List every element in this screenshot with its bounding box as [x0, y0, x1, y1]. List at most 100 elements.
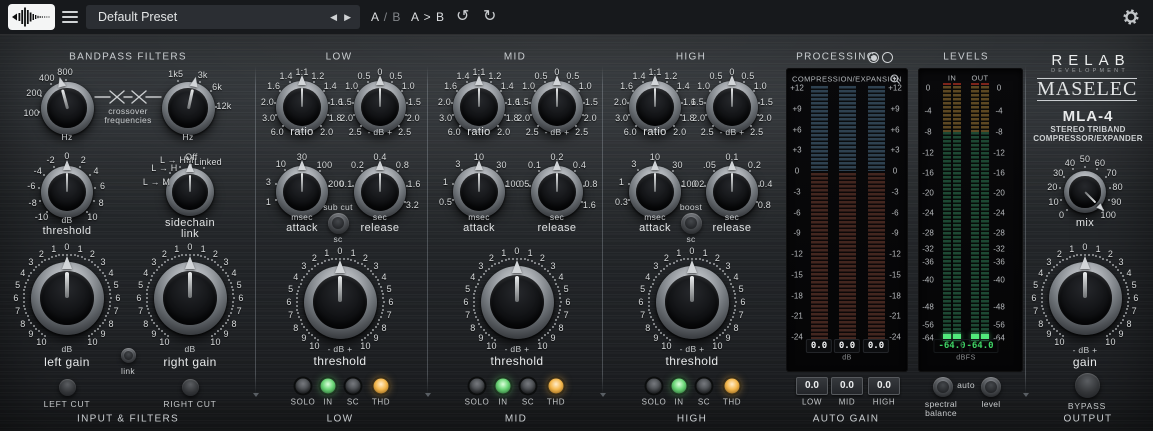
- mix-knob[interactable]: [1064, 171, 1107, 214]
- mid-release-caption: release: [537, 222, 577, 234]
- comp-scale-tick: -15: [791, 270, 803, 280]
- menu-icon[interactable]: [62, 11, 78, 23]
- footer-label: MID: [504, 413, 528, 425]
- preset-next-icon[interactable]: ▶: [344, 5, 351, 29]
- high-threshold-knob[interactable]: [655, 259, 729, 339]
- auto-gain-band-label: LOW: [801, 397, 823, 407]
- low-threshold-knob[interactable]: [303, 259, 377, 339]
- mid-threshold-scale-label: 9: [478, 333, 484, 344]
- crossover-low-mid-knob[interactable]: [40, 75, 94, 135]
- levels-scale-tick: -8: [924, 127, 932, 137]
- preset-selector[interactable]: Default Preset ◀ ▶: [86, 5, 360, 29]
- crossover-mid-high-scale-label: 1k5: [168, 69, 184, 80]
- high-in-led[interactable]: [671, 378, 687, 394]
- right-gain-scale-label: 1: [174, 243, 180, 254]
- high-sidechain-boost-knob[interactable]: [680, 212, 702, 234]
- tagline-line1: STEREO TRIBAND: [1050, 125, 1126, 134]
- ab-compare-button[interactable]: A / B: [371, 5, 401, 29]
- high-release-knob[interactable]: [706, 160, 758, 218]
- high-threshold-scale-label: 4: [733, 271, 739, 282]
- footer-label: OUTPUT: [1063, 413, 1113, 425]
- right-gain-knob[interactable]: [153, 255, 227, 335]
- levels-scale-tick: -56: [922, 320, 934, 330]
- undo-icon[interactable]: ↺: [456, 5, 469, 29]
- right-gain-scale-label: 9: [151, 329, 157, 340]
- comp-scale-tick: -9: [891, 228, 899, 238]
- high-sidechain-boost-caption: sc: [686, 234, 696, 244]
- low-sc-led-label: SC: [346, 397, 360, 407]
- mid-sc-led[interactable]: [520, 378, 536, 394]
- right-cut-button[interactable]: [181, 378, 199, 396]
- comp-scale-tick: -12: [791, 249, 803, 259]
- knob-pointer-icon: [335, 259, 345, 273]
- auto-gain-band-label: HIGH: [872, 397, 896, 407]
- low-sidechain-subcut-knob[interactable]: [327, 212, 349, 234]
- mid-threshold-knob[interactable]: [480, 259, 554, 339]
- processing-meter-radio[interactable]: [882, 52, 893, 63]
- high-thd-led[interactable]: [724, 378, 740, 394]
- mid-threshold-scale-label: 1: [501, 247, 507, 258]
- ab-copy-button[interactable]: A > B: [411, 5, 445, 29]
- redo-icon[interactable]: ↻: [483, 5, 496, 29]
- settings-gear-icon[interactable]: [1122, 8, 1140, 26]
- crossover-mid-high-caption: Hz: [182, 132, 194, 142]
- spectral-balance-knob[interactable]: [933, 377, 953, 397]
- high-release-scale-label: 0.4: [759, 179, 773, 190]
- low-sidechain-subcut-caption: sub cut: [323, 202, 353, 212]
- mid-solo-led[interactable]: [469, 378, 485, 394]
- crossover-low-mid-scale-label: 800: [57, 67, 73, 78]
- levels-scale-tick: -20: [993, 188, 1005, 198]
- mid-thd-led[interactable]: [548, 378, 564, 394]
- low-solo-led[interactable]: [295, 378, 311, 394]
- input-threshold-knob[interactable]: [41, 160, 93, 218]
- comp-scale-tick: 0: [794, 166, 800, 176]
- mid-in-led-label: IN: [498, 397, 508, 407]
- section-header: MID: [503, 51, 527, 63]
- right-gain-scale-label: 9: [223, 329, 229, 340]
- comp-unit-label: dB: [842, 354, 852, 362]
- levels-scale-tick: -28: [993, 228, 1005, 238]
- low-thd-led[interactable]: [373, 378, 389, 394]
- crossover-mid-high-knob[interactable]: [161, 75, 215, 135]
- left-cut-button[interactable]: [58, 378, 76, 396]
- low-attack-knob[interactable]: [276, 160, 328, 218]
- bypass-button[interactable]: [1074, 372, 1100, 398]
- level-meter-bar: [971, 86, 979, 341]
- high-sc-led[interactable]: [696, 378, 712, 394]
- high-threshold-scale-label: 5: [738, 283, 744, 294]
- mid-attack-knob[interactable]: [453, 160, 505, 218]
- high-makeup-scale-label: 1.5: [690, 96, 704, 107]
- output-gain-scale-label: 1: [1095, 243, 1101, 254]
- levels-scale-tick: -56: [993, 320, 1005, 330]
- left-gain-scale-label: 4: [20, 267, 26, 278]
- levels-scale-tick: -12: [922, 148, 934, 158]
- maselec-logo: MASELEC: [1037, 78, 1138, 101]
- low-sc-led[interactable]: [345, 378, 361, 394]
- comp-scale-tick: -24: [791, 332, 803, 342]
- low-threshold-scale-label: 9: [301, 333, 307, 344]
- mid-release-knob[interactable]: [531, 160, 583, 218]
- levels-col-header: IN: [947, 73, 957, 83]
- relab-logo-icon[interactable]: [8, 4, 55, 30]
- auto-gain-level-knob[interactable]: [981, 377, 1001, 397]
- comp-scale-tick: 0: [892, 166, 898, 176]
- mid-threshold-scale-label: 6: [463, 297, 469, 307]
- auto-gain-readout-mid: 0.0: [831, 377, 863, 395]
- low-threshold-scale-label: 6: [388, 297, 394, 307]
- comp-scale-tick: -12: [889, 249, 901, 259]
- output-gain-knob[interactable]: [1048, 255, 1122, 335]
- left-gain-knob[interactable]: [30, 255, 104, 335]
- sidechain-link-knob[interactable]: [166, 162, 214, 216]
- gain-link-knob[interactable]: [120, 347, 136, 363]
- high-attack-knob[interactable]: [629, 160, 681, 218]
- preset-prev-icon[interactable]: ◀: [330, 5, 337, 29]
- high-solo-led[interactable]: [646, 378, 662, 394]
- right-gain-scale-label: 7: [236, 306, 242, 317]
- high-makeup-scale-label: 0.5: [709, 70, 723, 81]
- mid-in-led[interactable]: [495, 378, 511, 394]
- low-in-led[interactable]: [320, 378, 336, 394]
- mix-scale-label: 20: [1047, 181, 1058, 192]
- high-attack-scale-label: 3: [631, 159, 637, 170]
- footer-label: AUTO GAIN: [812, 413, 880, 425]
- low-release-knob[interactable]: [354, 160, 406, 218]
